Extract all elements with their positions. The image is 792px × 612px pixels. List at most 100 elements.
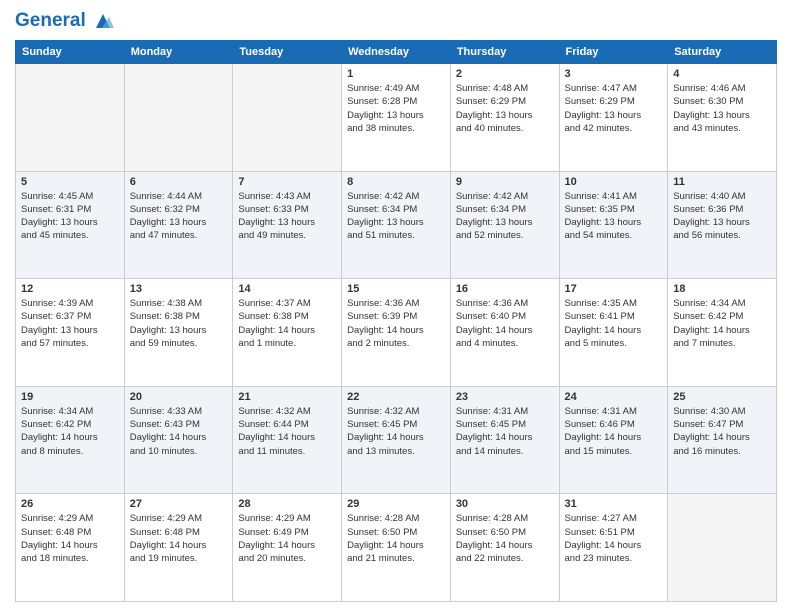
day-number: 24 <box>565 391 663 403</box>
day-number: 17 <box>565 283 663 295</box>
calendar-cell: 24 Sunrise: 4:31 AM Sunset: 6:46 PM Dayli… <box>559 386 668 494</box>
calendar-cell: 20Sunrise: 4:33 AM Sunset: 6:43 PM Dayli… <box>124 386 233 494</box>
day-number: 8 <box>347 176 445 188</box>
day-number: 3 <box>565 68 663 80</box>
calendar-cell: 1 Sunrise: 4:49 AM Sunset: 6:28 PM Daylig… <box>342 64 451 172</box>
day-info: Sunrise: 4:40 AM Sunset: 6:36 PM Dayligh… <box>673 190 771 243</box>
day-number: 28 <box>238 498 336 510</box>
weekday-header-friday: Friday <box>559 41 668 64</box>
calendar-cell: 6 Sunrise: 4:44 AM Sunset: 6:32 PM Daylig… <box>124 171 233 279</box>
weekday-header-sunday: Sunday <box>16 41 125 64</box>
day-number: 15 <box>347 283 445 295</box>
calendar-cell: 12Sunrise: 4:39 AM Sunset: 6:37 PM Dayli… <box>16 279 125 387</box>
calendar-cell <box>668 494 777 602</box>
day-info: Sunrise: 4:48 AM Sunset: 6:29 PM Dayligh… <box>456 82 554 135</box>
day-info: Sunrise: 4:46 AM Sunset: 6:30 PM Dayligh… <box>673 82 771 135</box>
day-info: Sunrise: 4:39 AM Sunset: 6:37 PM Dayligh… <box>21 297 119 350</box>
weekday-header-thursday: Thursday <box>450 41 559 64</box>
day-number: 22 <box>347 391 445 403</box>
calendar-cell: 26 Sunrise: 4:29 AM Sunset: 6:48 PM Dayli… <box>16 494 125 602</box>
day-info: Sunrise: 4:44 AM Sunset: 6:32 PM Dayligh… <box>130 190 228 243</box>
calendar-cell: 16 Sunrise: 4:36 AM Sunset: 6:40 PM Dayli… <box>450 279 559 387</box>
day-number: 25 <box>673 391 771 403</box>
day-number: 10 <box>565 176 663 188</box>
day-info: Sunrise: 4:42 AM Sunset: 6:34 PM Dayligh… <box>456 190 554 243</box>
calendar-cell: 14 Sunrise: 4:37 AM Sunset: 6:38 PM Dayli… <box>233 279 342 387</box>
day-info: Sunrise: 4:31 AM Sunset: 6:45 PM Dayligh… <box>456 405 554 458</box>
calendar-cell: 4 Sunrise: 4:46 AM Sunset: 6:30 PM Daylig… <box>668 64 777 172</box>
calendar-cell: 18 Sunrise: 4:34 AM Sunset: 6:42 PM Dayli… <box>668 279 777 387</box>
calendar-cell <box>124 64 233 172</box>
day-number: 26 <box>21 498 119 510</box>
calendar-cell: 11Sunrise: 4:40 AM Sunset: 6:36 PM Dayli… <box>668 171 777 279</box>
day-info: Sunrise: 4:37 AM Sunset: 6:38 PM Dayligh… <box>238 297 336 350</box>
day-info: Sunrise: 4:34 AM Sunset: 6:42 PM Dayligh… <box>21 405 119 458</box>
calendar-cell: 13 Sunrise: 4:38 AM Sunset: 6:38 PM Dayli… <box>124 279 233 387</box>
day-number: 16 <box>456 283 554 295</box>
calendar-cell: 23 Sunrise: 4:31 AM Sunset: 6:45 PM Dayli… <box>450 386 559 494</box>
calendar-cell: 22 Sunrise: 4:32 AM Sunset: 6:45 PM Dayli… <box>342 386 451 494</box>
day-number: 4 <box>673 68 771 80</box>
day-number: 2 <box>456 68 554 80</box>
day-number: 21 <box>238 391 336 403</box>
week-row-5: 26 Sunrise: 4:29 AM Sunset: 6:48 PM Dayli… <box>16 494 777 602</box>
weekday-header-monday: Monday <box>124 41 233 64</box>
weekday-header-row: SundayMondayTuesdayWednesdayThursdayFrid… <box>16 41 777 64</box>
day-number: 18 <box>673 283 771 295</box>
calendar-cell: 10Sunrise: 4:41 AM Sunset: 6:35 PM Dayli… <box>559 171 668 279</box>
day-info: Sunrise: 4:45 AM Sunset: 6:31 PM Dayligh… <box>21 190 119 243</box>
calendar-cell <box>233 64 342 172</box>
weekday-header-saturday: Saturday <box>668 41 777 64</box>
day-info: Sunrise: 4:36 AM Sunset: 6:40 PM Dayligh… <box>456 297 554 350</box>
calendar-cell: 7 Sunrise: 4:43 AM Sunset: 6:33 PM Daylig… <box>233 171 342 279</box>
calendar-cell: 31Sunrise: 4:27 AM Sunset: 6:51 PM Dayli… <box>559 494 668 602</box>
day-info: Sunrise: 4:35 AM Sunset: 6:41 PM Dayligh… <box>565 297 663 350</box>
calendar-cell: 3Sunrise: 4:47 AM Sunset: 6:29 PM Daylig… <box>559 64 668 172</box>
day-info: Sunrise: 4:43 AM Sunset: 6:33 PM Dayligh… <box>238 190 336 243</box>
day-info: Sunrise: 4:32 AM Sunset: 6:44 PM Dayligh… <box>238 405 336 458</box>
week-row-3: 12Sunrise: 4:39 AM Sunset: 6:37 PM Dayli… <box>16 279 777 387</box>
weekday-header-wednesday: Wednesday <box>342 41 451 64</box>
day-number: 29 <box>347 498 445 510</box>
calendar-table: SundayMondayTuesdayWednesdayThursdayFrid… <box>15 40 777 602</box>
calendar-page: General SundayMondayTuesdayWednesdayThur… <box>0 0 792 612</box>
calendar-cell: 19 Sunrise: 4:34 AM Sunset: 6:42 PM Dayli… <box>16 386 125 494</box>
week-row-2: 5 Sunrise: 4:45 AM Sunset: 6:31 PM Daylig… <box>16 171 777 279</box>
header: General <box>15 10 777 32</box>
day-number: 31 <box>565 498 663 510</box>
day-info: Sunrise: 4:42 AM Sunset: 6:34 PM Dayligh… <box>347 190 445 243</box>
day-info: Sunrise: 4:28 AM Sunset: 6:50 PM Dayligh… <box>347 512 445 565</box>
day-number: 13 <box>130 283 228 295</box>
calendar-cell: 21 Sunrise: 4:32 AM Sunset: 6:44 PM Dayli… <box>233 386 342 494</box>
calendar-cell: 27 Sunrise: 4:29 AM Sunset: 6:48 PM Dayli… <box>124 494 233 602</box>
day-info: Sunrise: 4:32 AM Sunset: 6:45 PM Dayligh… <box>347 405 445 458</box>
calendar-cell: 30 Sunrise: 4:28 AM Sunset: 6:50 PM Dayli… <box>450 494 559 602</box>
day-info: Sunrise: 4:29 AM Sunset: 6:48 PM Dayligh… <box>21 512 119 565</box>
day-number: 30 <box>456 498 554 510</box>
day-number: 14 <box>238 283 336 295</box>
day-info: Sunrise: 4:31 AM Sunset: 6:46 PM Dayligh… <box>565 405 663 458</box>
logo-icon <box>92 10 114 32</box>
weekday-header-tuesday: Tuesday <box>233 41 342 64</box>
day-info: Sunrise: 4:30 AM Sunset: 6:47 PM Dayligh… <box>673 405 771 458</box>
day-info: Sunrise: 4:49 AM Sunset: 6:28 PM Dayligh… <box>347 82 445 135</box>
day-info: Sunrise: 4:29 AM Sunset: 6:48 PM Dayligh… <box>130 512 228 565</box>
calendar-cell: 5 Sunrise: 4:45 AM Sunset: 6:31 PM Daylig… <box>16 171 125 279</box>
day-number: 5 <box>21 176 119 188</box>
day-number: 27 <box>130 498 228 510</box>
week-row-1: 1 Sunrise: 4:49 AM Sunset: 6:28 PM Daylig… <box>16 64 777 172</box>
calendar-cell: 8 Sunrise: 4:42 AM Sunset: 6:34 PM Daylig… <box>342 171 451 279</box>
day-number: 19 <box>21 391 119 403</box>
calendar-cell: 28Sunrise: 4:29 AM Sunset: 6:49 PM Dayli… <box>233 494 342 602</box>
week-row-4: 19 Sunrise: 4:34 AM Sunset: 6:42 PM Dayli… <box>16 386 777 494</box>
calendar-cell: 25 Sunrise: 4:30 AM Sunset: 6:47 PM Dayli… <box>668 386 777 494</box>
day-number: 6 <box>130 176 228 188</box>
day-number: 7 <box>238 176 336 188</box>
day-info: Sunrise: 4:38 AM Sunset: 6:38 PM Dayligh… <box>130 297 228 350</box>
day-info: Sunrise: 4:33 AM Sunset: 6:43 PM Dayligh… <box>130 405 228 458</box>
day-number: 1 <box>347 68 445 80</box>
logo-text: General <box>15 10 114 32</box>
day-info: Sunrise: 4:34 AM Sunset: 6:42 PM Dayligh… <box>673 297 771 350</box>
day-number: 23 <box>456 391 554 403</box>
day-info: Sunrise: 4:28 AM Sunset: 6:50 PM Dayligh… <box>456 512 554 565</box>
